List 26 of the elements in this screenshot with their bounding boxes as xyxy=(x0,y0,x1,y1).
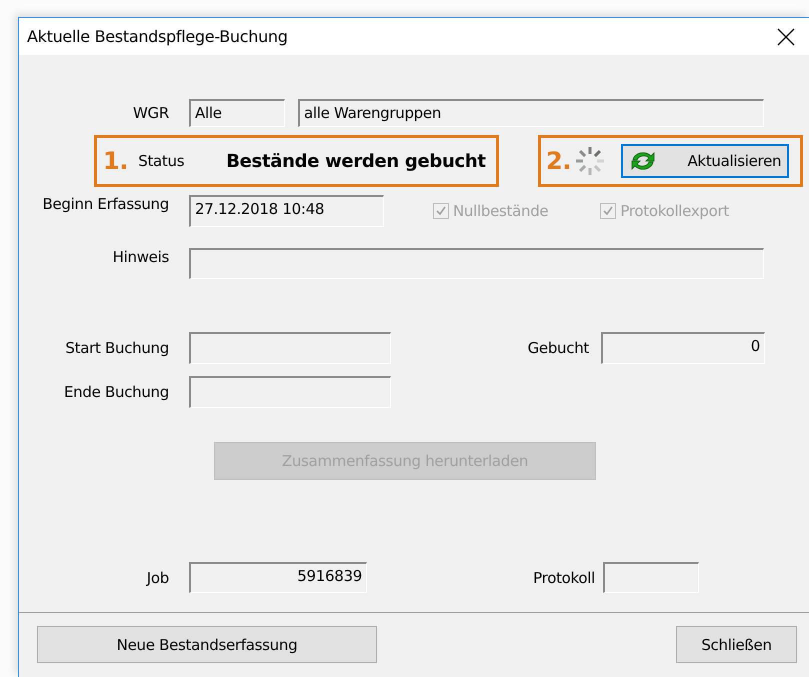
input-field[interactable] xyxy=(189,248,764,279)
refresh-button[interactable]: Aktualisieren xyxy=(621,144,790,178)
window-title: Aktuelle Bestandspflege-Buchung xyxy=(27,27,288,46)
close-icon[interactable] xyxy=(777,28,795,46)
step-number: 2. xyxy=(546,147,572,175)
status-value: Bestände werden gebucht xyxy=(226,150,486,172)
input-field[interactable] xyxy=(189,332,391,364)
input-field[interactable] xyxy=(189,376,391,408)
checkmark-icon xyxy=(602,205,614,217)
field-label: Start Buchung xyxy=(64,339,170,357)
close-button[interactable]: Schließen xyxy=(676,626,797,663)
refresh-icon xyxy=(629,150,658,172)
new-inventory-button[interactable]: Neue Bestandserfassung xyxy=(37,626,377,663)
input-field[interactable] xyxy=(603,562,699,593)
checkbox-label: Nullbestände xyxy=(453,202,548,220)
field-label: Hinweis xyxy=(112,248,170,266)
field-label: Gebucht xyxy=(526,339,590,357)
field-label: Ende Buchung xyxy=(63,383,170,401)
field-label: Status xyxy=(137,152,186,170)
checkbox-label: Protokollexport xyxy=(620,202,729,220)
field-label: Beginn Erfassung xyxy=(42,195,170,213)
step-number: 1. xyxy=(103,147,128,175)
field-label: Job xyxy=(145,568,170,586)
field-label: WGR xyxy=(132,104,170,122)
checkmark-icon xyxy=(435,205,447,217)
field-label: Protokoll xyxy=(532,568,596,586)
